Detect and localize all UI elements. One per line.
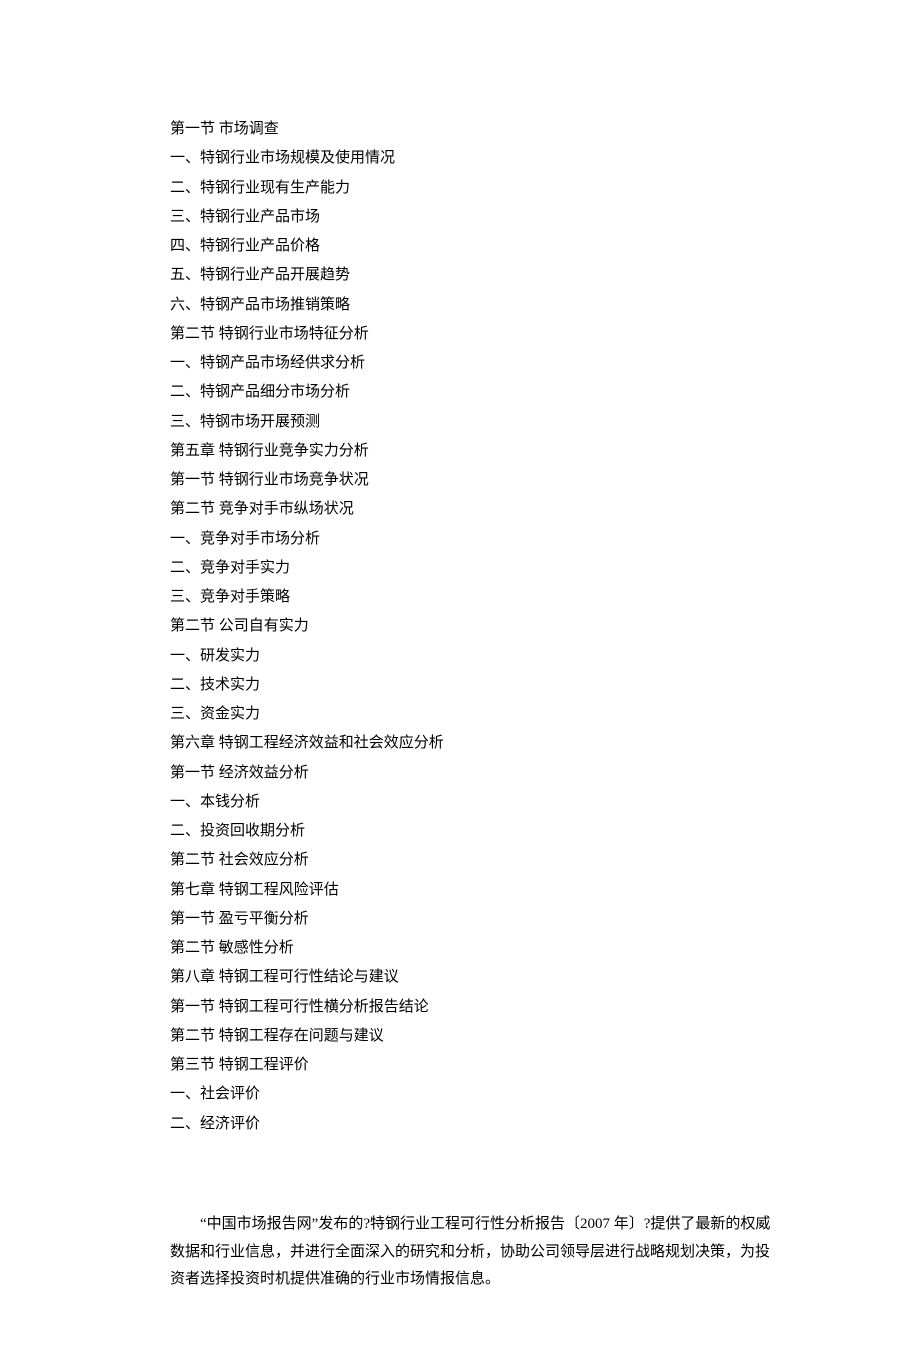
summary-paragraph: “中国市场报告网”发布的?特钢行业工程可行性分析报告〔2007 年〕?提供了最新… [170,1211,802,1294]
toc-item: 三、特钢市场开展预测 [170,408,802,437]
toc-item: 第二节 竞争对手市纵场状况 [170,495,802,524]
toc-item: 第三节 特钢工程评价 [170,1051,802,1080]
toc-item: 第七章 特钢工程风险评估 [170,876,802,905]
toc-item: 第二节 敏感性分析 [170,934,802,963]
toc-item: 第二节 公司自有实力 [170,612,802,641]
toc-item: 二、技术实力 [170,671,802,700]
toc-item: 三、资金实力 [170,700,802,729]
toc-item: 六、特钢产品市场推销策略 [170,291,802,320]
toc-item: 第二节 特钢行业市场特征分析 [170,320,802,349]
toc-item: 第二节 特钢工程存在问题与建议 [170,1022,802,1051]
toc-item: 第八章 特钢工程可行性结论与建议 [170,963,802,992]
toc-item: 第五章 特钢行业竞争实力分析 [170,437,802,466]
toc-item: 四、特钢行业产品价格 [170,232,802,261]
toc-item: 三、特钢行业产品市场 [170,203,802,232]
toc-item: 二、竞争对手实力 [170,554,802,583]
toc-item: 二、投资回收期分析 [170,817,802,846]
toc-item: 一、特钢产品市场经供求分析 [170,349,802,378]
toc-item: 第一节 特钢行业市场竞争状况 [170,466,802,495]
toc-item: 一、本钱分析 [170,788,802,817]
toc-item: 第二节 社会效应分析 [170,846,802,875]
toc-item: 第一节 特钢工程可行性横分析报告结论 [170,993,802,1022]
toc-item: 三、竞争对手策略 [170,583,802,612]
toc-item: 第一节 市场调查 [170,115,802,144]
toc-item: 五、特钢行业产品开展趋势 [170,261,802,290]
toc-item: 二、经济评价 [170,1110,802,1139]
toc-item: 第六章 特钢工程经济效益和社会效应分析 [170,729,802,758]
table-of-contents: 第一节 市场调查 一、特钢行业市场规模及使用情况 二、特钢行业现有生产能力 三、… [170,115,802,1139]
toc-item: 二、特钢产品细分市场分析 [170,378,802,407]
toc-item: 二、特钢行业现有生产能力 [170,174,802,203]
toc-item: 一、特钢行业市场规模及使用情况 [170,144,802,173]
toc-item: 一、竞争对手市场分析 [170,525,802,554]
toc-item: 一、研发实力 [170,642,802,671]
toc-item: 第一节 经济效益分析 [170,759,802,788]
toc-item: 一、社会评价 [170,1080,802,1109]
toc-item: 第一节 盈亏平衡分析 [170,905,802,934]
